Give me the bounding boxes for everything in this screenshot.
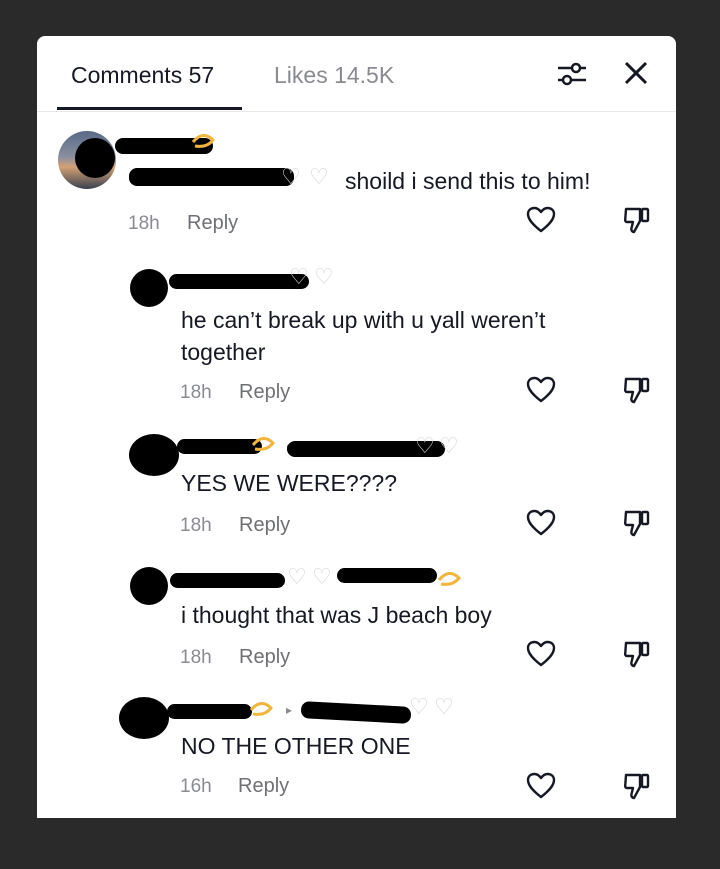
comments-panel: Comments 57 Likes 14.5K ♡ ♡ shoild i sen… bbox=[37, 36, 676, 818]
heart-outline-icon[interactable] bbox=[526, 206, 556, 234]
reply-button[interactable]: Reply bbox=[239, 646, 290, 669]
white-heart-emoji-icon: ♡ bbox=[434, 694, 454, 719]
heart-outline-icon[interactable] bbox=[526, 640, 556, 668]
tab-likes[interactable]: Likes 14.5K bbox=[274, 62, 394, 89]
close-icon[interactable] bbox=[623, 60, 649, 86]
thumbs-down-icon[interactable] bbox=[623, 772, 651, 800]
sparkle-emoji-icon bbox=[251, 437, 275, 451]
white-heart-emoji-icon: ♡ bbox=[415, 433, 435, 458]
redacted-tag bbox=[337, 568, 437, 583]
filter-sliders-icon[interactable] bbox=[556, 60, 588, 88]
white-heart-emoji-icon: ♡ bbox=[312, 564, 332, 589]
reply-button[interactable]: Reply bbox=[238, 775, 289, 798]
thumbs-down-icon[interactable] bbox=[623, 206, 651, 234]
avatar[interactable] bbox=[130, 567, 168, 605]
comment-time: 16h bbox=[180, 776, 212, 797]
comment-time: 18h bbox=[180, 647, 212, 668]
comment-item: ♡ ♡ he can’t break up with u yall weren’… bbox=[37, 264, 676, 424]
reply-button[interactable]: Reply bbox=[239, 381, 290, 404]
sparkle-emoji-icon bbox=[249, 702, 273, 716]
reply-button[interactable]: Reply bbox=[187, 212, 238, 235]
tab-comments[interactable]: Comments 57 bbox=[71, 62, 214, 89]
reply-arrow-icon: ▸ bbox=[286, 703, 293, 717]
thumbs-down-icon[interactable] bbox=[623, 509, 651, 537]
redaction-mark bbox=[75, 138, 115, 178]
thumbs-down-icon[interactable] bbox=[623, 376, 651, 404]
white-heart-emoji-icon: ♡ bbox=[409, 694, 429, 719]
comment-text: shoild i send this to him! bbox=[345, 168, 591, 194]
white-heart-emoji-icon: ♡ bbox=[281, 164, 301, 189]
white-heart-emoji-icon: ♡ bbox=[309, 164, 329, 189]
white-heart-emoji-icon: ♡ bbox=[439, 433, 459, 458]
heart-outline-icon[interactable] bbox=[526, 509, 556, 537]
comment-item: ▸ ♡ ♡ NO THE OTHER ONE 16h Reply bbox=[37, 694, 676, 814]
comment-item: ▸ ♡ ♡ YES WE WERE???? 18h Reply bbox=[37, 431, 676, 551]
comment-item: ♡ ♡ i thought that was J beach boy 18h R… bbox=[37, 564, 676, 684]
comment-text: YES WE WERE???? bbox=[181, 470, 398, 496]
redaction-mark bbox=[129, 434, 179, 476]
comment-time: 18h bbox=[180, 515, 212, 536]
sparkle-emoji-icon bbox=[437, 572, 461, 586]
redacted-tag bbox=[129, 168, 294, 186]
heart-outline-icon[interactable] bbox=[526, 376, 556, 404]
comment-text: he can’t break up with u yall weren’t to… bbox=[181, 307, 546, 365]
redacted-tag bbox=[300, 701, 412, 724]
comment-item: ♡ ♡ shoild i send this to him! 18h Reply bbox=[37, 128, 676, 248]
heart-outline-icon[interactable] bbox=[526, 772, 556, 800]
redacted-username bbox=[170, 573, 285, 588]
redaction-mark bbox=[119, 697, 169, 739]
active-tab-indicator bbox=[57, 107, 242, 110]
comment-time: 18h bbox=[180, 382, 212, 403]
comment-text: i thought that was J beach boy bbox=[181, 602, 492, 628]
sparkle-emoji-icon bbox=[191, 134, 215, 148]
redacted-username bbox=[167, 704, 252, 719]
redacted-username bbox=[169, 274, 309, 289]
thumbs-down-icon[interactable] bbox=[623, 640, 651, 668]
white-heart-emoji-icon: ♡ bbox=[287, 564, 307, 589]
white-heart-emoji-icon: ♡ bbox=[289, 264, 309, 289]
white-heart-emoji-icon: ♡ bbox=[314, 264, 334, 289]
reply-button[interactable]: Reply bbox=[239, 514, 290, 537]
comment-text: NO THE OTHER ONE bbox=[181, 733, 411, 759]
comment-time: 18h bbox=[128, 213, 160, 234]
avatar[interactable] bbox=[130, 269, 168, 307]
tab-bar: Comments 57 Likes 14.5K bbox=[37, 36, 676, 112]
